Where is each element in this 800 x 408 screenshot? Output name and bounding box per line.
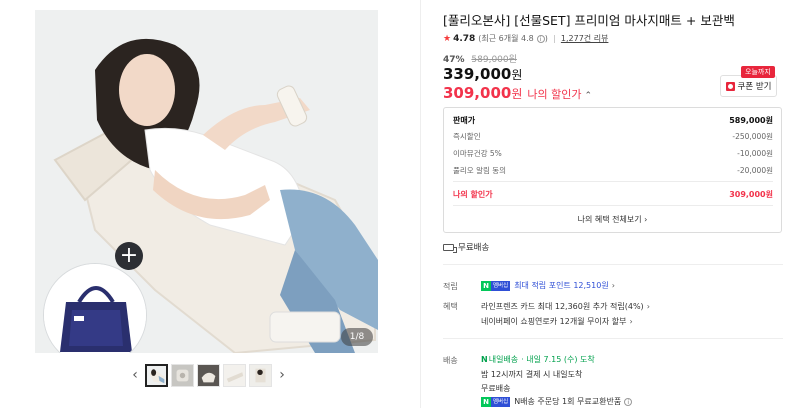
price-breakdown-box: 판매가 589,000원 즉시할인 -250,000원 이마뮤건강 5% -10…	[443, 107, 782, 233]
benefit-line-text: 네이버페이 쇼핑연로카 12개월 무이자 할부	[481, 317, 627, 326]
free-return-text: N배송 주문당 1회 무료교환반품	[514, 397, 622, 406]
breakdown-label: 즉시할인	[453, 132, 481, 141]
npay-membership-badge: N 멤버십	[481, 396, 511, 407]
thumbnail-image	[224, 364, 245, 386]
delivery-cutoff: 밤 12시까지 결제 시 내일도착	[481, 370, 583, 379]
star-icon: ★	[443, 33, 452, 44]
npay-n-icon: N	[481, 280, 491, 291]
breakdown-label: 판매가	[453, 116, 476, 125]
breakdown-row-total: 나의 할인가 309,000원	[453, 189, 773, 200]
breakdown-label: 풀리오 알림 동의	[453, 166, 507, 175]
breakdown-value: 589,000원	[729, 116, 773, 125]
membership-tag: 멤버십	[491, 396, 511, 407]
breakdown-row-list-price: 판매가 589,000원	[453, 115, 773, 126]
prev-arrow-icon[interactable]: ‹	[128, 363, 142, 387]
review-count-link[interactable]: 1,277건 리뷰	[561, 33, 609, 44]
discount-rate: 47%	[443, 55, 465, 65]
section-divider	[443, 338, 783, 339]
thumbnail-3[interactable]	[197, 363, 220, 387]
rating-score: 4.78	[453, 33, 476, 44]
breakdown-row-instant-discount: 즉시할인 -250,000원	[453, 131, 773, 142]
sale-price: 339,000원	[443, 65, 522, 83]
product-main-image[interactable]: + 1/8	[35, 10, 378, 353]
thumbnail-image	[172, 364, 193, 386]
thumbnail-strip: ‹ ›	[128, 362, 289, 388]
delivery-eta-row: N 내일배송 · 내일 7.15 (수) 도착	[481, 354, 595, 365]
info-icon[interactable]: i	[624, 397, 633, 406]
rating-row: ★ 4.78 (최근 6개월 4.8 i ) 1,277건 리뷰	[443, 33, 608, 44]
breakdown-total-value: 309,000원	[729, 190, 773, 199]
delivery-free-return-row: N 멤버십 N배송 주문당 1회 무료교환반품 i	[481, 396, 633, 407]
delivery-eta: · 내일 7.15 (수) 도착	[521, 355, 595, 364]
coupon-icon	[725, 81, 735, 91]
breakdown-value: -10,000원	[737, 149, 773, 158]
delivery-label: 배송	[443, 356, 458, 365]
column-divider	[420, 0, 421, 408]
breakdown-divider	[453, 181, 773, 182]
storage-bag-illustration	[44, 264, 146, 353]
breakdown-value: -250,000원	[732, 132, 773, 141]
chevron-right-icon: ›	[629, 317, 633, 326]
my-price-label: 나의 할인가	[527, 88, 582, 101]
truck-icon	[443, 243, 457, 253]
section-divider	[443, 264, 783, 265]
benefits-label: 혜택	[443, 302, 458, 311]
breakdown-row-notification-discount: 풀리오 알림 동의 -20,000원	[453, 165, 773, 176]
tomorrow-delivery-tag: 내일배송	[488, 355, 519, 364]
breakdown-row-health-discount: 이마뮤건강 5% -10,000원	[453, 148, 773, 159]
thumbnail-2[interactable]	[171, 363, 194, 387]
membership-tag: 멤버십	[491, 280, 511, 291]
breakdown-value: -20,000원	[737, 166, 773, 175]
thumbnail-image	[198, 364, 219, 386]
coupon-download-button[interactable]: 쿠폰 받기	[720, 75, 777, 97]
thumbnail-5[interactable]	[249, 363, 272, 387]
breakdown-divider	[453, 205, 773, 206]
coupon-button-label: 쿠폰 받기	[737, 82, 772, 92]
product-title: [풀리오본사] [선물SET] 프리미엄 마사지매트 + 보관백	[443, 13, 735, 28]
breakdown-label: 이마뮤건강 5%	[453, 149, 502, 158]
view-all-benefits-link[interactable]: 나의 혜택 전체보기 ›	[444, 214, 781, 225]
chevron-up-icon[interactable]: ⌃	[584, 91, 592, 101]
max-points-text: 최대 적립 포인트 12,510원	[514, 281, 609, 290]
points-value[interactable]: N 멤버십 최대 적립 포인트 12,510원 ›	[481, 280, 615, 291]
thumbnail-1[interactable]	[145, 363, 168, 387]
my-price-value: 309,000	[443, 84, 512, 102]
original-price: 589,000원	[471, 55, 517, 65]
info-icon[interactable]: i	[536, 34, 545, 43]
free-shipping-badge: 무료배송	[443, 241, 489, 253]
n-delivery-icon: N	[481, 355, 488, 364]
sale-price-value: 339,000	[443, 65, 512, 83]
my-discount-price[interactable]: 309,000 원 나의 할인가 ⌃	[443, 84, 592, 102]
today-only-badge: 오늘까지	[741, 66, 775, 78]
chevron-right-icon: ›	[611, 281, 615, 290]
my-price-unit: 원	[511, 87, 523, 101]
rating-recent: (최근 6개월 4.8	[478, 34, 534, 43]
delivery-free-shipping: 무료배송	[481, 384, 511, 393]
npay-membership-badge: N 멤버십	[481, 280, 511, 291]
thumbnail-4[interactable]	[223, 363, 246, 387]
points-label: 적립	[443, 282, 458, 291]
discount-row: 47% 589,000원	[443, 52, 517, 65]
rating-separator	[553, 34, 555, 43]
next-arrow-icon[interactable]: ›	[275, 363, 289, 387]
free-shipping-label: 무료배송	[458, 243, 490, 253]
benefit-line-text: 라인프렌즈 카드 최대 12,360원 추가 적립(4%)	[481, 302, 644, 311]
image-page-indicator: 1/8	[341, 328, 373, 346]
breakdown-total-label: 나의 할인가	[453, 190, 493, 199]
thumbnail-image	[250, 364, 271, 386]
bonus-bag-image	[43, 263, 147, 353]
benefit-installment[interactable]: 네이버페이 쇼핑연로카 12개월 무이자 할부 ›	[481, 316, 633, 327]
thumbnail-image	[147, 365, 166, 385]
sale-price-unit: 원	[511, 68, 523, 82]
benefit-card-points[interactable]: 라인프렌즈 카드 최대 12,360원 추가 적립(4%) ›	[481, 301, 650, 312]
npay-n-icon: N	[481, 396, 491, 407]
chevron-right-icon: ›	[646, 302, 650, 311]
plus-icon: +	[115, 242, 143, 270]
paren-close: )	[544, 34, 548, 43]
